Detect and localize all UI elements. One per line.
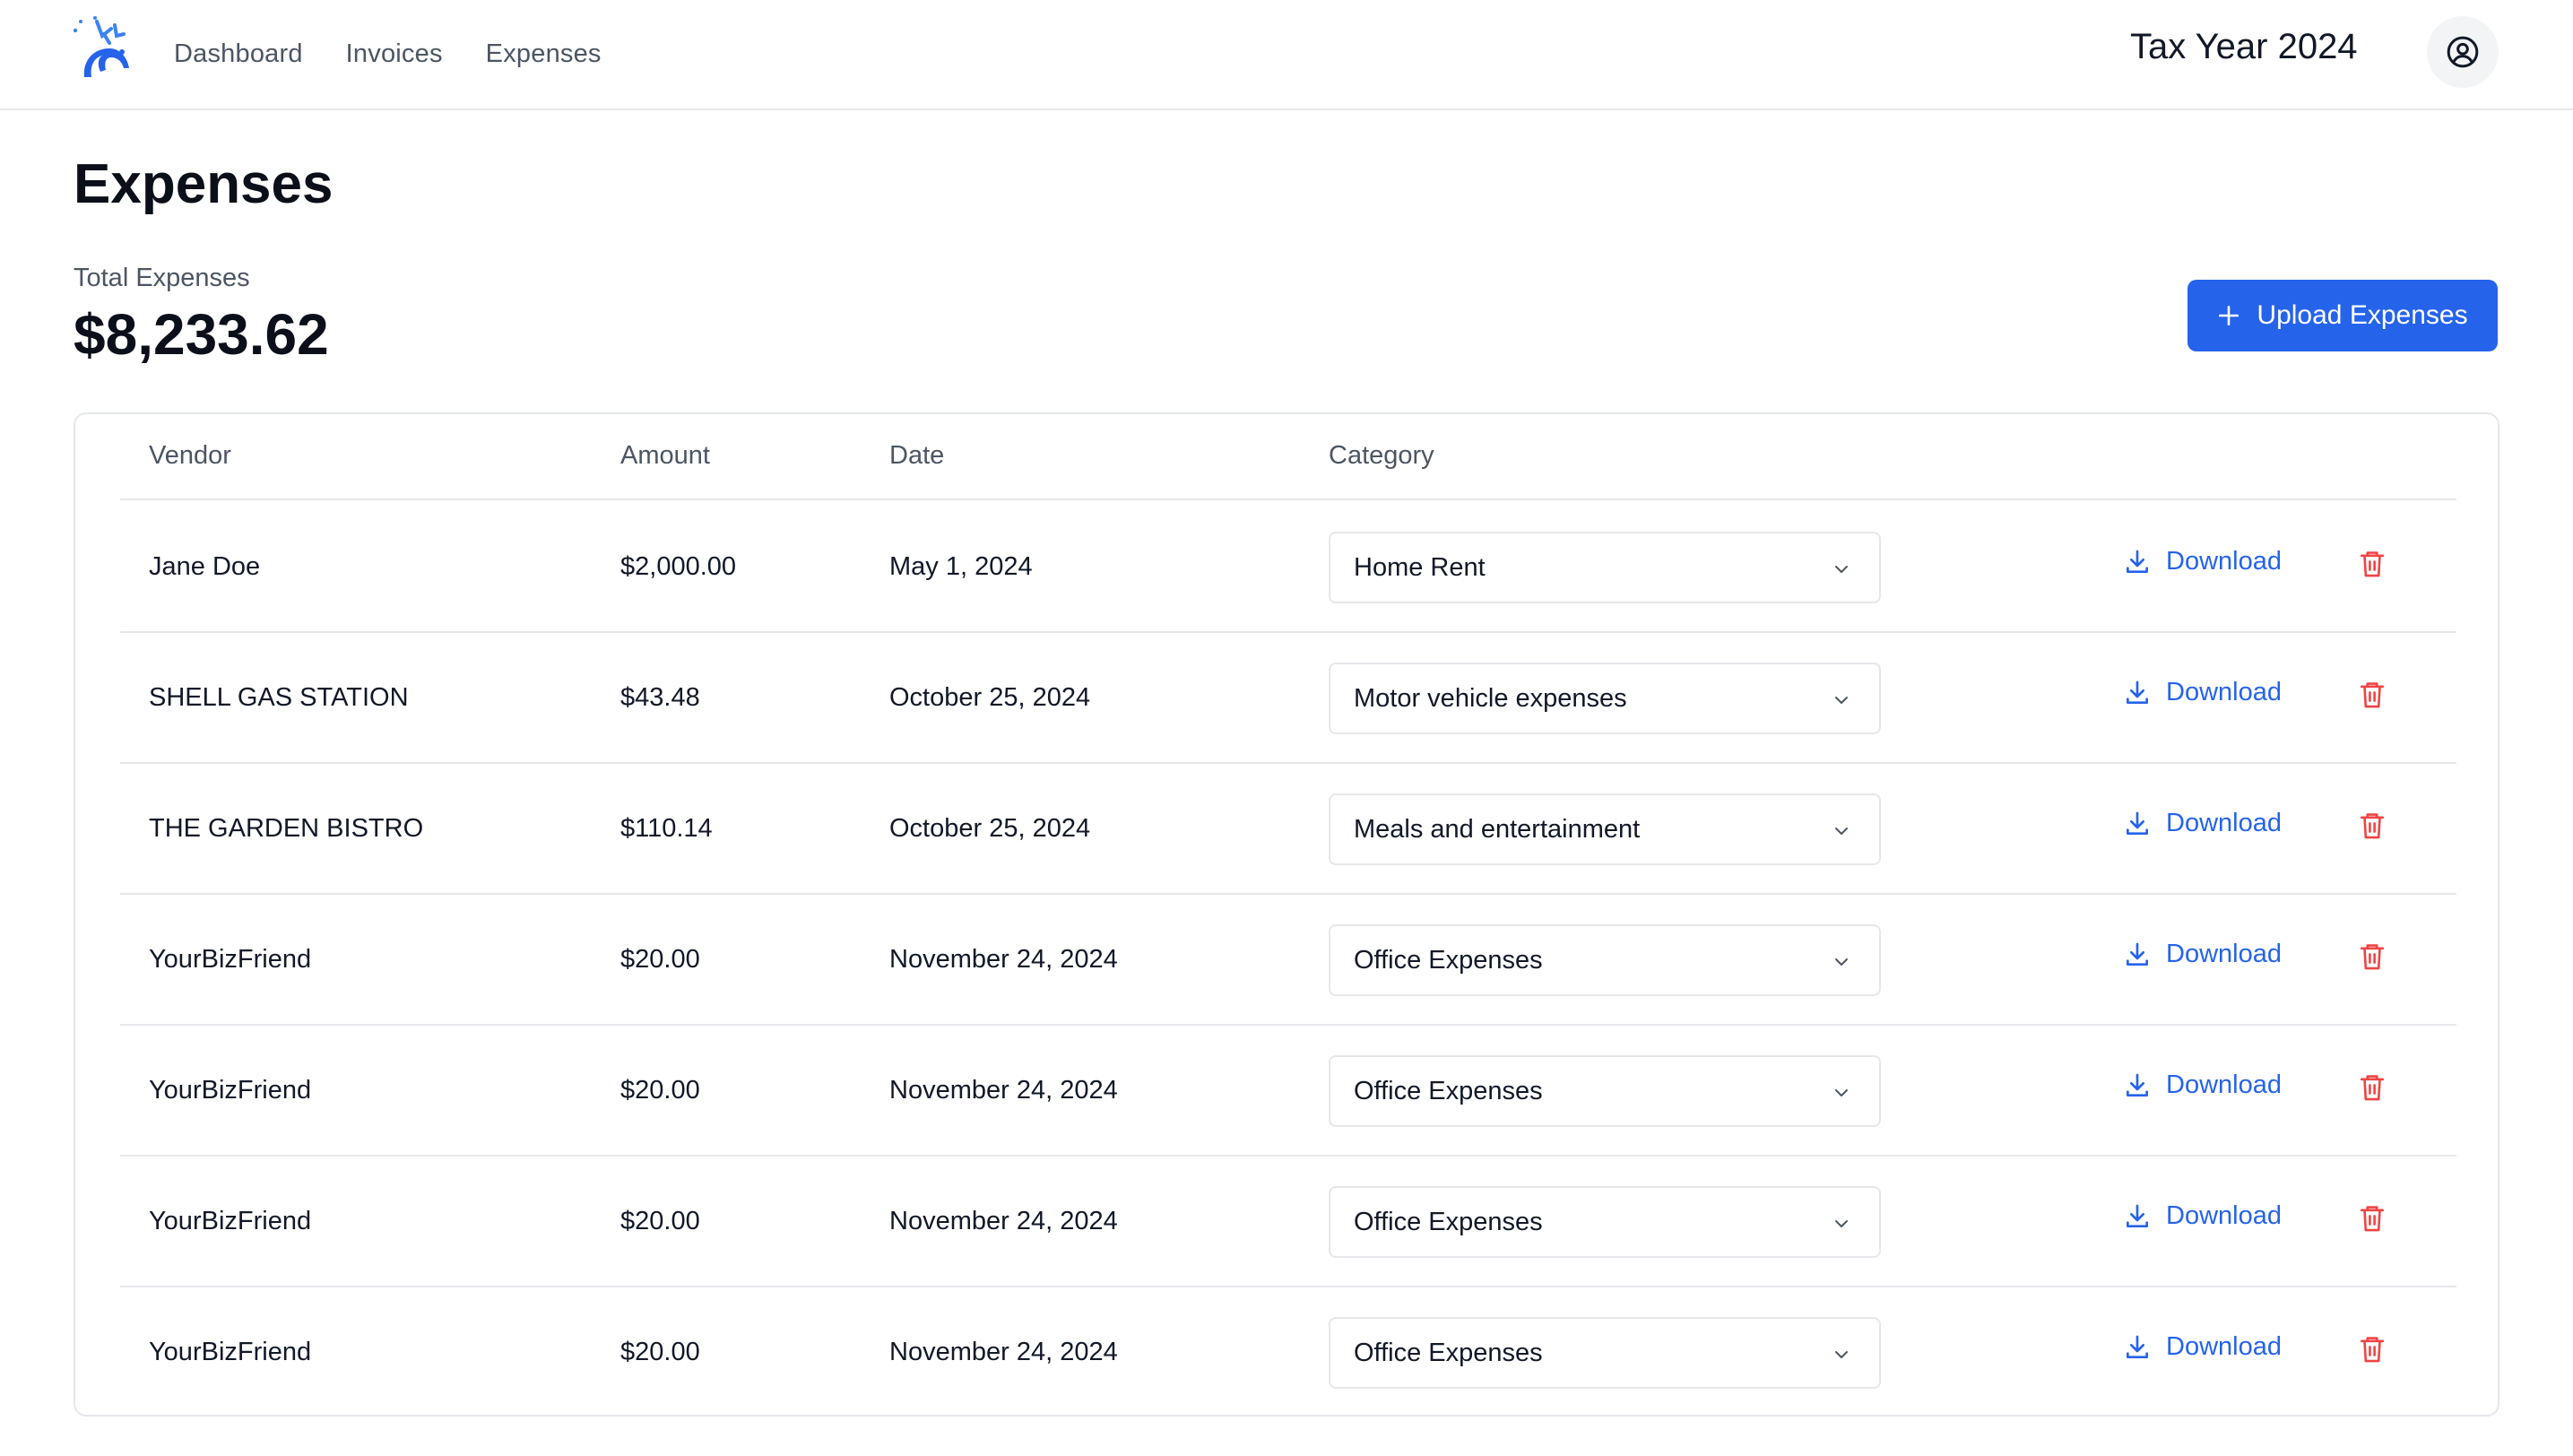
trash-icon[interactable]: [2358, 549, 2387, 579]
download-icon: [2127, 1204, 2148, 1227]
main-nav: Dashboard Invoices Expenses: [174, 0, 602, 108]
download-icon: [2127, 811, 2148, 835]
category-select[interactable]: Home Rent: [1329, 532, 1881, 603]
nav-invoices[interactable]: Invoices: [346, 39, 443, 69]
vendor-cell: YourBizFriend: [149, 1207, 312, 1235]
download-label: Download: [2166, 547, 2282, 576]
download-link[interactable]: Download: [2123, 1332, 2282, 1362]
category-value: Office Expenses: [1354, 1208, 1543, 1236]
tax-year-label: Tax Year 2024: [2130, 27, 2358, 66]
amount-cell: $2,000.00: [620, 552, 737, 581]
nav-dashboard[interactable]: Dashboard: [174, 39, 303, 69]
amount-cell: $20.00: [620, 1076, 700, 1105]
date-cell: November 24, 2024: [889, 1338, 1118, 1366]
date-cell: May 1, 2024: [889, 552, 1033, 581]
download-label: Download: [2166, 678, 2282, 706]
table-row: YourBizFriend $20.00 November 24, 2024 O…: [120, 1157, 2456, 1287]
download-link[interactable]: Download: [2123, 1070, 2282, 1100]
header-vendor: Vendor: [149, 441, 231, 470]
date-cell: October 25, 2024: [889, 683, 1091, 712]
upload-expenses-label: Upload Expenses: [2257, 300, 2468, 330]
expenses-table: Vendor Amount Date Category Jane Doe $2,…: [74, 412, 2499, 1417]
download-icon: [2127, 550, 2148, 573]
download-label: Download: [2166, 1070, 2282, 1099]
download-icon: [2127, 1073, 2148, 1096]
download-link[interactable]: Download: [2123, 547, 2282, 576]
total-expenses-value: $8,233.62: [74, 302, 329, 367]
table-row: YourBizFriend $20.00 November 24, 2024 O…: [120, 895, 2456, 1026]
vendor-cell: YourBizFriend: [149, 945, 312, 974]
deer-logo-icon[interactable]: [70, 16, 134, 79]
download-link[interactable]: Download: [2123, 809, 2282, 838]
category-value: Meals and entertainment: [1354, 815, 1641, 844]
page-title: Expenses: [74, 153, 334, 215]
category-select[interactable]: Motor vehicle expenses: [1329, 663, 1881, 734]
download-link[interactable]: Download: [2123, 1201, 2282, 1231]
trash-icon[interactable]: [2358, 1072, 2387, 1103]
date-cell: November 24, 2024: [889, 1076, 1118, 1105]
vendor-cell: THE GARDEN BISTRO: [149, 814, 424, 843]
chevron-down-icon: [1835, 1220, 1848, 1227]
category-select[interactable]: Office Expenses: [1329, 1186, 1881, 1258]
plus-icon: [2219, 305, 2239, 326]
chevron-down-icon: [1835, 828, 1848, 835]
category-value: Motor vehicle expenses: [1354, 684, 1627, 713]
vendor-cell: YourBizFriend: [149, 1076, 312, 1105]
category-select[interactable]: Office Expenses: [1329, 924, 1881, 996]
download-icon: [2127, 1335, 2148, 1358]
trash-icon[interactable]: [2358, 1203, 2387, 1234]
amount-cell: $110.14: [620, 814, 713, 843]
category-value: Office Expenses: [1354, 946, 1543, 975]
date-cell: October 25, 2024: [889, 814, 1091, 843]
vendor-cell: Jane Doe: [149, 552, 261, 581]
upload-expenses-button[interactable]: Upload Expenses: [2187, 280, 2498, 351]
account-button[interactable]: [2427, 16, 2499, 88]
header-amount: Amount: [620, 441, 710, 470]
amount-cell: $20.00: [620, 1338, 700, 1366]
table-row: Jane Doe $2,000.00 May 1, 2024 Home Rent…: [120, 502, 2456, 633]
top-navigation-bar: Dashboard Invoices Expenses Tax Year 202…: [0, 0, 2573, 110]
download-label: Download: [2166, 1332, 2282, 1361]
chevron-down-icon: [1835, 1351, 1848, 1358]
download-link[interactable]: Download: [2123, 678, 2282, 707]
download-link[interactable]: Download: [2123, 940, 2282, 969]
table-header: Vendor Amount Date Category: [120, 414, 2456, 500]
category-value: Office Expenses: [1354, 1077, 1543, 1105]
table-row: YourBizFriend $20.00 November 24, 2024 O…: [120, 1287, 2456, 1418]
date-cell: November 24, 2024: [889, 1207, 1118, 1235]
download-label: Download: [2166, 1201, 2282, 1230]
vendor-cell: YourBizFriend: [149, 1338, 312, 1366]
user-circle-icon: [2447, 36, 2479, 68]
amount-cell: $20.00: [620, 945, 700, 974]
amount-cell: $43.48: [620, 683, 700, 712]
date-cell: November 24, 2024: [889, 945, 1118, 974]
trash-icon[interactable]: [2358, 810, 2387, 841]
chevron-down-icon: [1835, 958, 1848, 966]
download-icon: [2127, 942, 2148, 966]
download-label: Download: [2166, 940, 2282, 968]
trash-icon[interactable]: [2358, 941, 2387, 972]
table-row: SHELL GAS STATION $43.48 October 25, 202…: [120, 633, 2456, 764]
table-row: YourBizFriend $20.00 November 24, 2024 O…: [120, 1026, 2456, 1157]
vendor-cell: SHELL GAS STATION: [149, 683, 409, 712]
chevron-down-icon: [1835, 566, 1848, 573]
chevron-down-icon: [1835, 1089, 1848, 1096]
amount-cell: $20.00: [620, 1207, 700, 1235]
header-category: Category: [1329, 441, 1434, 470]
category-select[interactable]: Office Expenses: [1329, 1317, 1881, 1389]
trash-icon[interactable]: [2358, 1334, 2387, 1365]
category-value: Office Expenses: [1354, 1339, 1543, 1367]
download-label: Download: [2166, 809, 2282, 837]
nav-expenses[interactable]: Expenses: [486, 39, 602, 69]
category-value: Home Rent: [1354, 553, 1486, 582]
chevron-down-icon: [1835, 697, 1848, 704]
header-date: Date: [889, 441, 945, 470]
category-select[interactable]: Meals and entertainment: [1329, 793, 1881, 865]
download-icon: [2127, 680, 2148, 704]
total-expenses-label: Total Expenses: [74, 264, 250, 292]
table-row: THE GARDEN BISTRO $110.14 October 25, 20…: [120, 764, 2456, 895]
trash-icon[interactable]: [2358, 680, 2387, 710]
category-select[interactable]: Office Expenses: [1329, 1055, 1881, 1127]
